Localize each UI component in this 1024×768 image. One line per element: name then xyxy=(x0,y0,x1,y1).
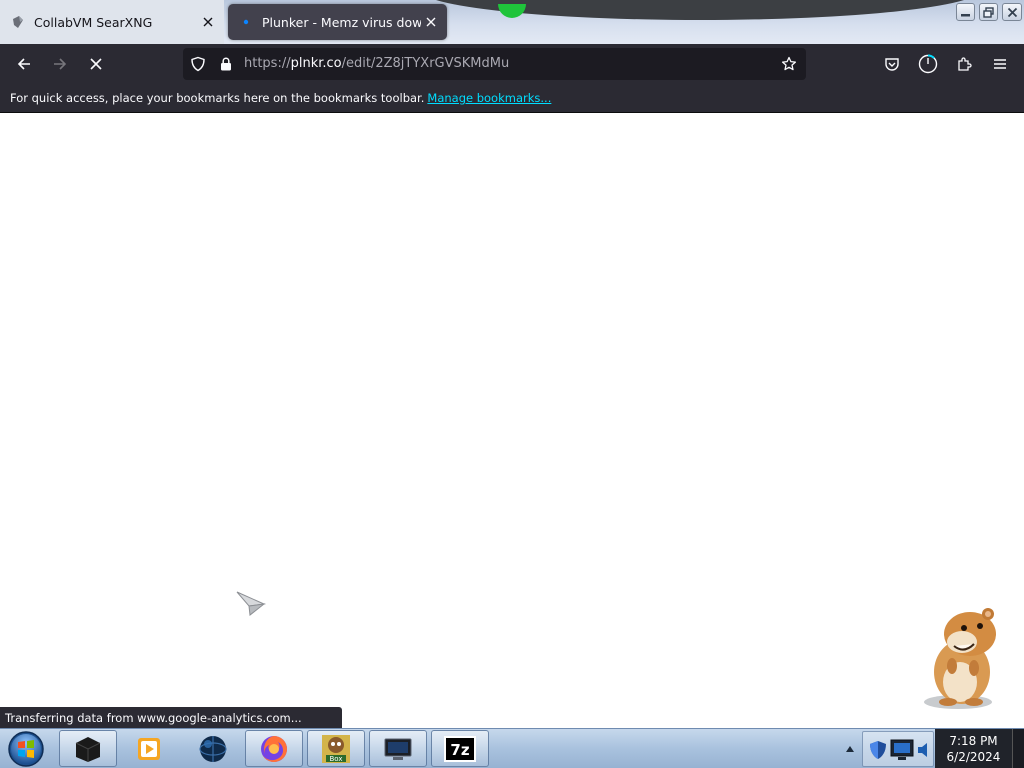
manage-bookmarks-link[interactable]: Manage bookmarks... xyxy=(427,91,551,105)
cartoon-character-icon: Box xyxy=(322,734,350,763)
show-hidden-icons-button[interactable] xyxy=(841,737,859,761)
tab-strip: CollabVM SearXNG Plunker - Memz virus do… xyxy=(0,0,1024,44)
app-menu-button[interactable] xyxy=(984,48,1016,80)
taskbar-app-7zip[interactable]: 7z xyxy=(431,730,489,767)
security-shield-icon[interactable] xyxy=(869,740,887,760)
taskbar-app-black-box[interactable] xyxy=(59,730,117,767)
arrow-left-icon xyxy=(17,58,30,70)
status-panel: Transferring data from www.google-analyt… xyxy=(0,707,342,728)
svg-text:Box: Box xyxy=(329,755,342,763)
7zip-icon: 7z xyxy=(444,735,476,762)
show-desktop-button[interactable] xyxy=(1012,729,1024,768)
taskbar-app-globe[interactable] xyxy=(184,730,242,767)
monitor-icon xyxy=(384,738,412,760)
account-circle-icon xyxy=(918,54,938,74)
black-cube-icon xyxy=(75,736,101,762)
minimize-button[interactable] xyxy=(956,3,975,21)
volume-icon[interactable] xyxy=(917,742,931,758)
status-text: Transferring data from www.google-analyt… xyxy=(5,710,302,725)
system-tray xyxy=(862,731,934,767)
start-button[interactable] xyxy=(5,731,47,767)
back-button[interactable] xyxy=(8,48,40,80)
arrow-right-icon xyxy=(54,58,67,70)
pocket-button[interactable] xyxy=(876,48,908,80)
page-content[interactable] xyxy=(0,113,1024,728)
globe-icon xyxy=(199,735,227,762)
extensions-button[interactable] xyxy=(948,48,980,80)
firefox-icon xyxy=(261,735,287,762)
restore-button[interactable] xyxy=(979,3,998,21)
tab-plunker-memz[interactable]: Plunker - Memz virus download xyxy=(228,4,447,40)
taskbar-app-monitor[interactable] xyxy=(369,730,427,767)
lock-icon[interactable] xyxy=(218,56,234,76)
bookmarks-toolbar: For quick access, place your bookmarks h… xyxy=(0,84,1024,113)
navigation-toolbar: https://plnkr.co/edit/2Z8jTYXrGVSKMdMu xyxy=(0,44,1024,84)
bookmarks-hint-text: For quick access, place your bookmarks h… xyxy=(10,91,425,105)
clock-time: 7:18 PM xyxy=(949,734,998,748)
stop-loading-button[interactable] xyxy=(80,48,112,80)
taskbar-app-bonzi[interactable]: Box xyxy=(307,730,365,767)
media-player-icon xyxy=(138,737,160,760)
bookmark-star-icon[interactable] xyxy=(781,56,797,76)
collabvm-icon xyxy=(10,14,26,30)
puzzle-icon xyxy=(958,57,972,71)
triangle-up-icon xyxy=(846,746,854,752)
url-path: /edit/2Z8jTYXrGVSKMdMu xyxy=(341,56,510,71)
url-scheme: https:// xyxy=(244,56,291,71)
clock-date: 6/2/2024 xyxy=(946,750,1001,764)
tab-title: Plunker - Memz virus download xyxy=(262,14,421,30)
close-icon xyxy=(1007,7,1017,17)
paper-plane-cursor-icon xyxy=(236,591,266,616)
wallpaper-glow xyxy=(498,4,526,18)
hamburger-menu-icon xyxy=(994,59,1006,69)
close-tab-icon[interactable] xyxy=(198,12,218,32)
url-text[interactable]: https://plnkr.co/edit/2Z8jTYXrGVSKMdMu xyxy=(244,56,509,71)
address-bar[interactable]: https://plnkr.co/edit/2Z8jTYXrGVSKMdMu xyxy=(183,48,806,80)
close-tab-icon[interactable] xyxy=(421,12,441,32)
taskbar-app-media-player[interactable] xyxy=(120,730,178,767)
minimize-icon xyxy=(961,13,970,16)
restore-icon xyxy=(983,6,994,18)
tab-collabvm-searxng[interactable]: CollabVM SearXNG xyxy=(0,0,224,44)
url-host: plnkr.co xyxy=(290,56,342,71)
shield-icon[interactable] xyxy=(190,56,206,76)
stop-icon xyxy=(90,58,102,70)
hamster-mascot-icon xyxy=(924,608,996,709)
svg-text:7z: 7z xyxy=(450,741,469,759)
network-monitor-icon[interactable] xyxy=(889,738,915,762)
plunker-dot-icon xyxy=(238,14,254,30)
system-clock[interactable]: 7:18 PM 6/2/2024 xyxy=(935,729,1012,768)
close-window-button[interactable] xyxy=(1002,3,1022,21)
taskbar-app-firefox[interactable] xyxy=(245,730,303,767)
tab-title: CollabVM SearXNG xyxy=(34,14,153,30)
forward-button[interactable] xyxy=(44,48,76,80)
account-button[interactable] xyxy=(912,48,944,80)
taskbar: Box 7z 7:18 PM 6/2/2024 xyxy=(0,728,1024,768)
pocket-icon xyxy=(885,58,899,71)
